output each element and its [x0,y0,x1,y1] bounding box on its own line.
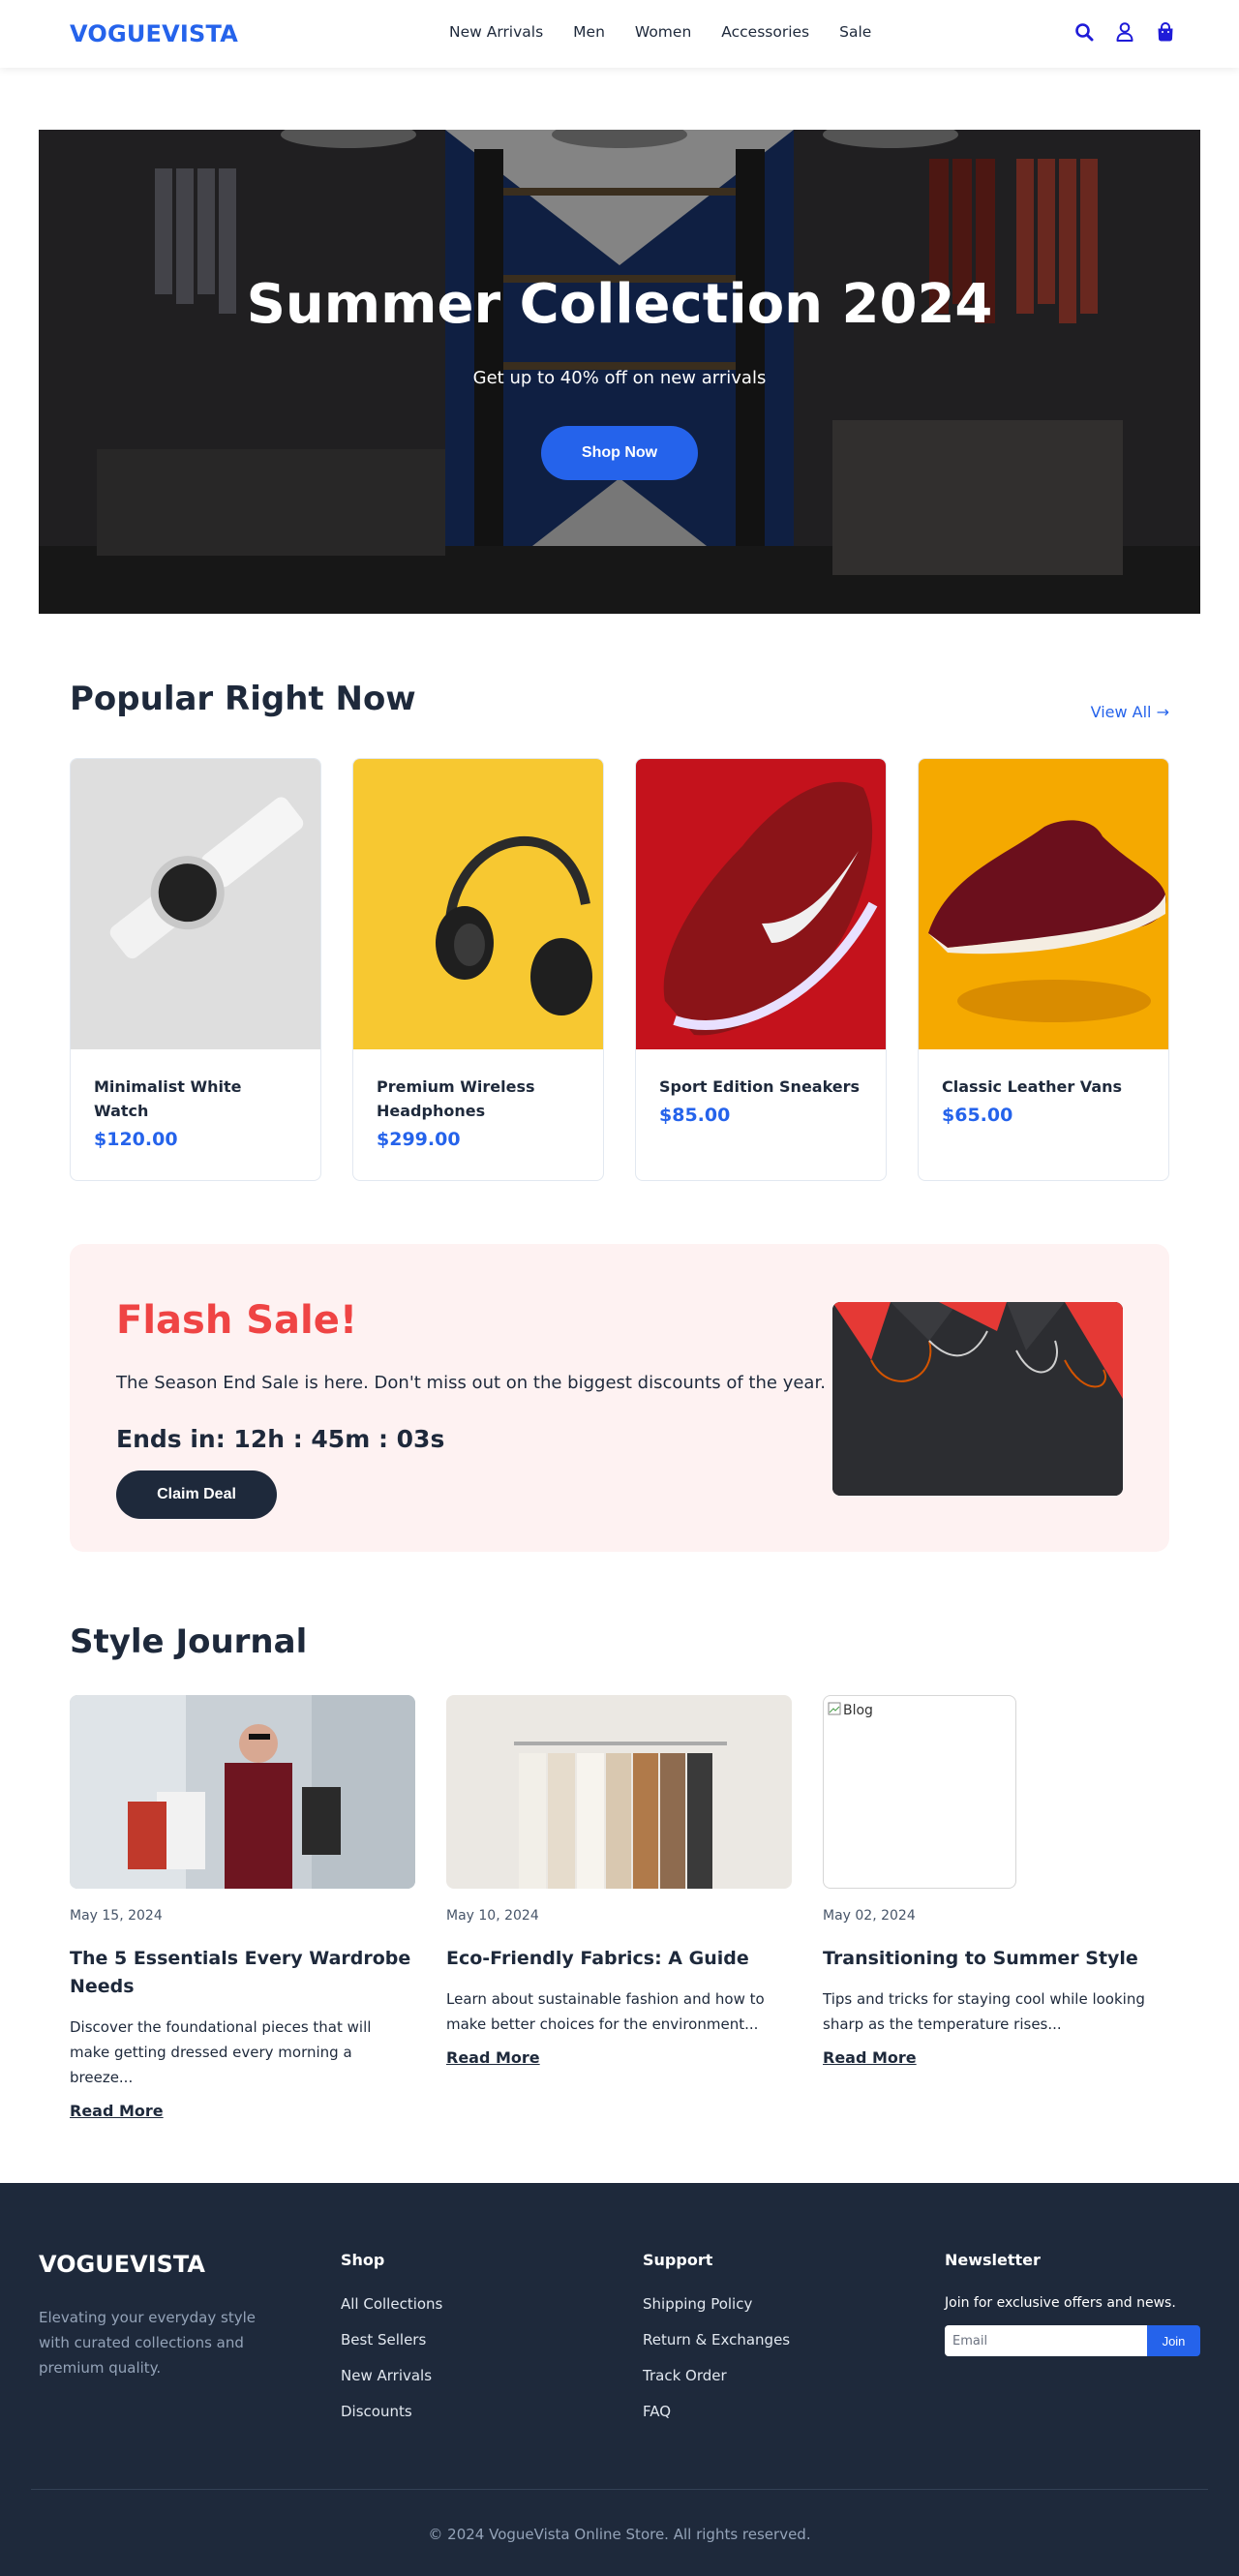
blog-title[interactable]: Transitioning to Summer Style [823,1945,1168,1973]
read-more-link[interactable]: Read More [446,2048,540,2067]
nav-link-women[interactable]: Women [635,23,691,41]
product-name[interactable]: Minimalist White Watch [94,1075,297,1123]
blog-excerpt: Tips and tricks for staying cool while l… [823,1990,1145,2033]
product-card[interactable]: Classic Leather Vans $65.00 [918,758,1169,1181]
newsletter-form: Join [945,2325,1200,2356]
flash-sale-text: The Season End Sale is here. Don't miss … [116,1373,826,1393]
shopping-bags-photo [832,1302,1123,1496]
clothes-rack-photo[interactable] [446,1695,792,1889]
site-logo[interactable]: VOGUEVISTA [70,20,238,47]
footer-heading: Shop [341,2251,385,2269]
footer-heading: Support [643,2251,713,2269]
blog-post: May 15, 2024 The 5 Essentials Every Ward… [70,1695,415,2120]
product-price: $120.00 [94,1129,178,1150]
nav-link-men[interactable]: Men [573,23,605,41]
shop-now-button[interactable]: Shop Now [541,426,698,480]
footer-link[interactable]: FAQ [643,2403,790,2420]
footer-support-column: Support Shipping Policy Return & Exchang… [643,2251,790,2439]
footer-newsletter-column: Newsletter Join for exclusive offers and… [945,2251,1200,2356]
broken-image-icon [828,1702,841,1719]
maroon-vans-photo [919,759,1168,1049]
blog-title[interactable]: Eco-Friendly Fabrics: A Guide [446,1945,792,1973]
nav-link-new-arrivals[interactable]: New Arrivals [449,23,543,41]
footer-link[interactable]: Shipping Policy [643,2295,790,2313]
red-sneaker-photo [636,759,886,1049]
product-name[interactable]: Sport Edition Sneakers [659,1075,862,1099]
hero-title: Summer Collection 2024 [246,273,993,336]
claim-deal-button[interactable]: Claim Deal [116,1470,277,1519]
product-card[interactable]: Sport Edition Sneakers $85.00 [635,758,887,1181]
blog-date: May 15, 2024 [70,1908,163,1924]
footer-link[interactable]: New Arrivals [341,2367,442,2384]
nav-link-sale[interactable]: Sale [839,23,871,41]
headphones-photo [353,759,603,1049]
search-icon[interactable] [1074,21,1094,43]
footer-link[interactable]: Discounts [341,2403,442,2420]
product-price: $65.00 [942,1105,1013,1126]
copyright-text: © 2024 VogueVista Online Store. All righ… [428,2526,811,2543]
footer-link[interactable]: Return & Exchanges [643,2331,790,2349]
blog-title[interactable]: The 5 Essentials Every Wardrobe Needs [70,1945,415,2001]
image-alt-text: Blog [843,1703,873,1718]
white-watch-photo [71,759,320,1049]
blog-excerpt: Learn about sustainable fashion and how … [446,1990,765,2033]
product-card[interactable]: Minimalist White Watch $120.00 [70,758,321,1181]
product-price: $85.00 [659,1105,731,1126]
newsletter-join-button[interactable]: Join [1147,2325,1200,2356]
hero-banner: Summer Collection 2024 Get up to 40% off… [39,130,1200,614]
site-header: VOGUEVISTA New Arrivals Men Women Access… [0,0,1239,68]
read-more-link[interactable]: Read More [823,2048,917,2067]
blog-post: May 10, 2024 Eco-Friendly Fabrics: A Gui… [446,1695,792,2120]
footer-link[interactable]: Best Sellers [341,2331,442,2349]
woman-shopping-bags-photo[interactable] [70,1695,415,1889]
product-name[interactable]: Premium Wireless Headphones [377,1075,580,1123]
read-more-link[interactable]: Read More [70,2102,164,2120]
blog-list: May 15, 2024 The 5 Essentials Every Ward… [70,1695,1169,2120]
blog-excerpt: Discover the foundational pieces that wi… [70,2018,372,2086]
product-price: $299.00 [377,1129,461,1150]
product-grid: Minimalist White Watch $120.00 Premium W… [70,758,1169,1181]
footer-shop-column: Shop All Collections Best Sellers New Ar… [341,2251,442,2439]
header-actions [1074,21,1175,43]
view-all-link[interactable]: View All → [1091,703,1169,721]
blog-date: May 10, 2024 [446,1908,539,1924]
blog-date: May 02, 2024 [823,1908,916,1924]
broken-image-placeholder[interactable]: Blog [823,1695,1016,1889]
newsletter-email-input[interactable] [945,2325,1147,2356]
main-nav: New Arrivals Men Women Accessories Sale [449,23,901,41]
nav-link-accessories[interactable]: Accessories [721,23,809,41]
footer-link[interactable]: All Collections [341,2295,442,2313]
footer-heading: Newsletter [945,2251,1041,2269]
product-card[interactable]: Premium Wireless Headphones $299.00 [352,758,604,1181]
flash-sale-title: Flash Sale! [116,1298,358,1343]
newsletter-text: Join for exclusive offers and news. [945,2295,1176,2311]
site-footer: VOGUEVISTA Elevating your everyday style… [0,2183,1239,2576]
footer-divider [31,2489,1208,2490]
shopping-bag-icon[interactable] [1156,21,1175,43]
footer-description: Elevating your everyday style with curat… [39,2309,256,2377]
journal-section-title: Style Journal [70,1622,308,1661]
flash-sale-banner: Flash Sale! The Season End Sale is here.… [70,1244,1169,1552]
popular-section-title: Popular Right Now [70,680,416,718]
product-name[interactable]: Classic Leather Vans [942,1075,1145,1099]
footer-logo[interactable]: VOGUEVISTA [39,2251,205,2278]
user-icon[interactable] [1115,21,1134,43]
hero-subtitle: Get up to 40% off on new arrivals [472,368,767,388]
blog-post: Blog May 02, 2024 Transitioning to Summe… [823,1695,1168,2120]
countdown-timer: Ends in: 12h : 45m : 03s [116,1425,445,1453]
footer-link[interactable]: Track Order [643,2367,790,2384]
